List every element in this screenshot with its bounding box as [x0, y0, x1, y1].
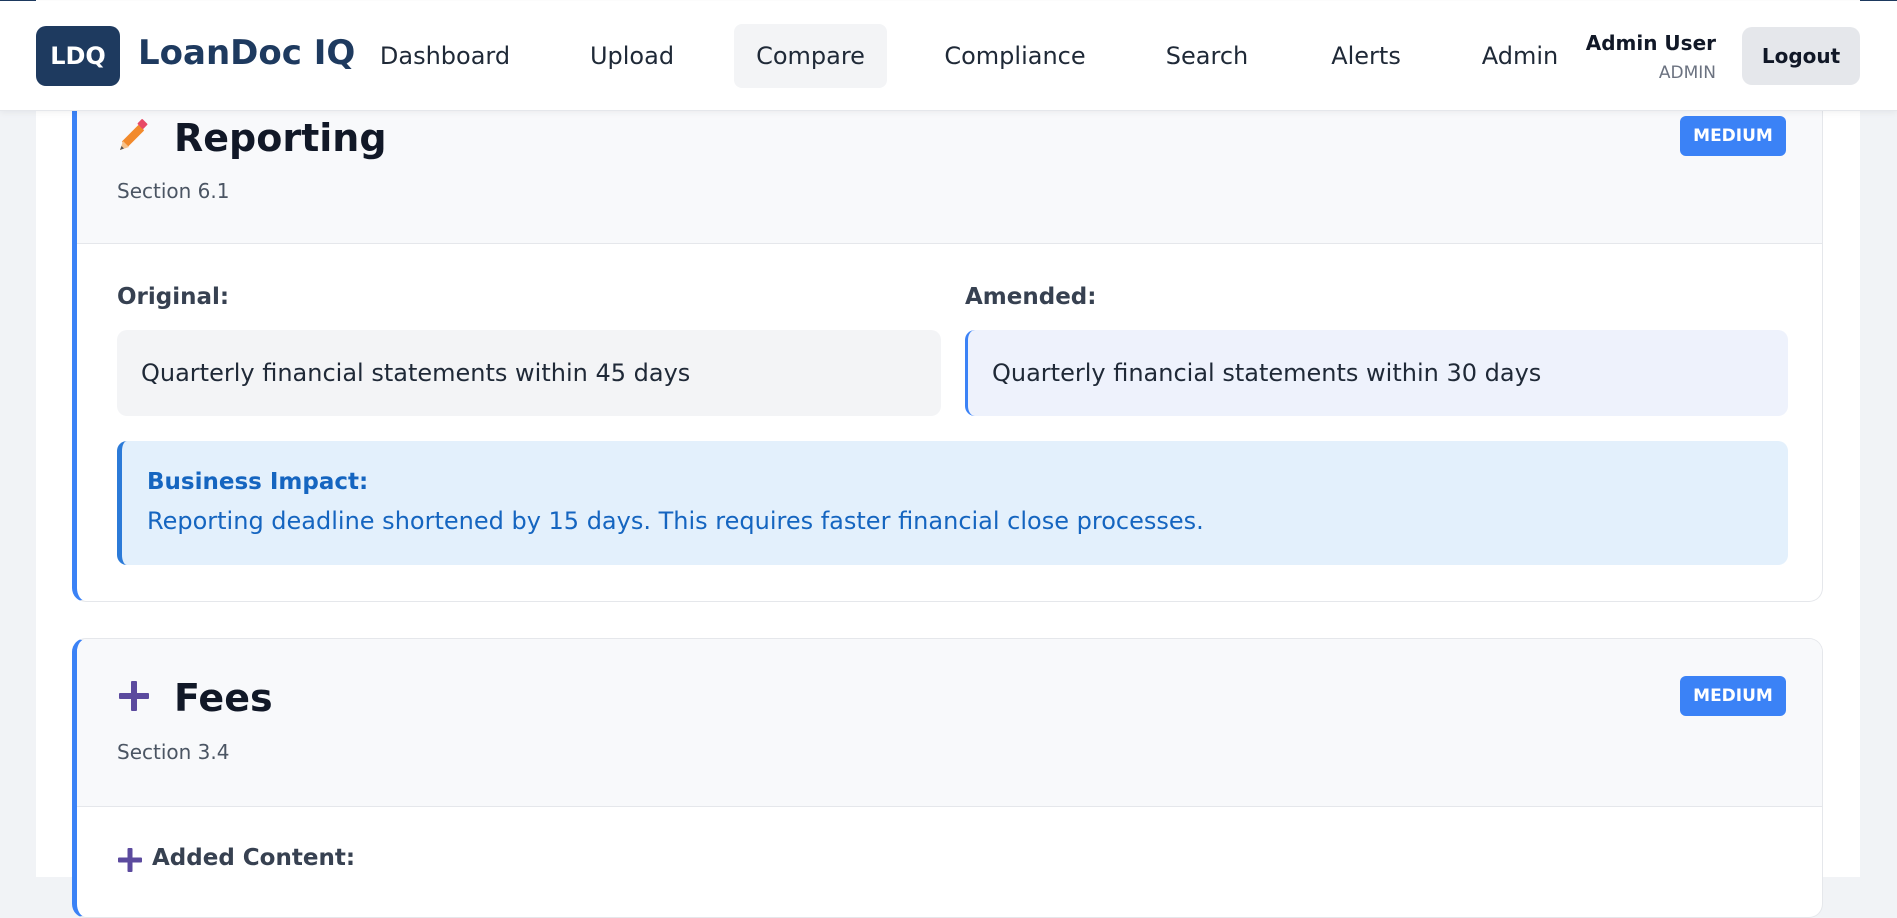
- business-impact-text: Reporting deadline shortened by 15 days.…: [147, 507, 1204, 535]
- section-reference: Section 3.4: [117, 740, 230, 764]
- amended-text-box: Quarterly financial statements within 30…: [965, 330, 1788, 416]
- pencil-icon: [117, 117, 153, 162]
- page-content: Reporting Section 6.1 MEDIUM Original: Q…: [36, 0, 1860, 918]
- amended-label: Amended:: [965, 284, 1097, 310]
- app-logo[interactable]: LDQ: [36, 26, 120, 86]
- card-title: Fees: [174, 676, 273, 720]
- user-role: ADMIN: [1658, 63, 1716, 83]
- plus-icon: [117, 679, 151, 717]
- section-reference: Section 6.1: [117, 179, 230, 203]
- logout-button[interactable]: Logout: [1742, 27, 1860, 85]
- nav-dashboard[interactable]: Dashboard: [358, 24, 532, 88]
- nav-compare[interactable]: Compare: [734, 24, 887, 88]
- business-impact-label: Business Impact:: [147, 469, 369, 495]
- original-label: Original:: [117, 284, 230, 310]
- user-name: Admin User: [1585, 31, 1716, 55]
- card-header: Fees Section 3.4 MEDIUM: [77, 639, 1822, 807]
- nav-admin[interactable]: Admin: [1460, 24, 1580, 88]
- nav-search[interactable]: Search: [1142, 24, 1272, 88]
- top-navbar: LDQ LoanDoc IQ Dashboard Upload Compare …: [0, 1, 1897, 111]
- nav-compliance[interactable]: Compliance: [924, 24, 1106, 88]
- card-title: Reporting: [174, 116, 387, 160]
- added-content-label: Added Content:: [152, 845, 356, 871]
- change-card-fees: Fees Section 3.4 MEDIUM Added Content:: [72, 638, 1823, 918]
- severity-badge: MEDIUM: [1680, 116, 1786, 156]
- severity-badge: MEDIUM: [1680, 676, 1786, 716]
- change-card-reporting: Reporting Section 6.1 MEDIUM Original: Q…: [72, 60, 1823, 602]
- added-content-plus-icon: [117, 847, 143, 877]
- business-impact-box: Business Impact: Reporting deadline shor…: [117, 441, 1788, 565]
- app-name[interactable]: LoanDoc IQ: [138, 33, 355, 73]
- nav-upload[interactable]: Upload: [568, 24, 696, 88]
- nav-alerts[interactable]: Alerts: [1310, 24, 1422, 88]
- original-text-box: Quarterly financial statements within 45…: [117, 330, 941, 416]
